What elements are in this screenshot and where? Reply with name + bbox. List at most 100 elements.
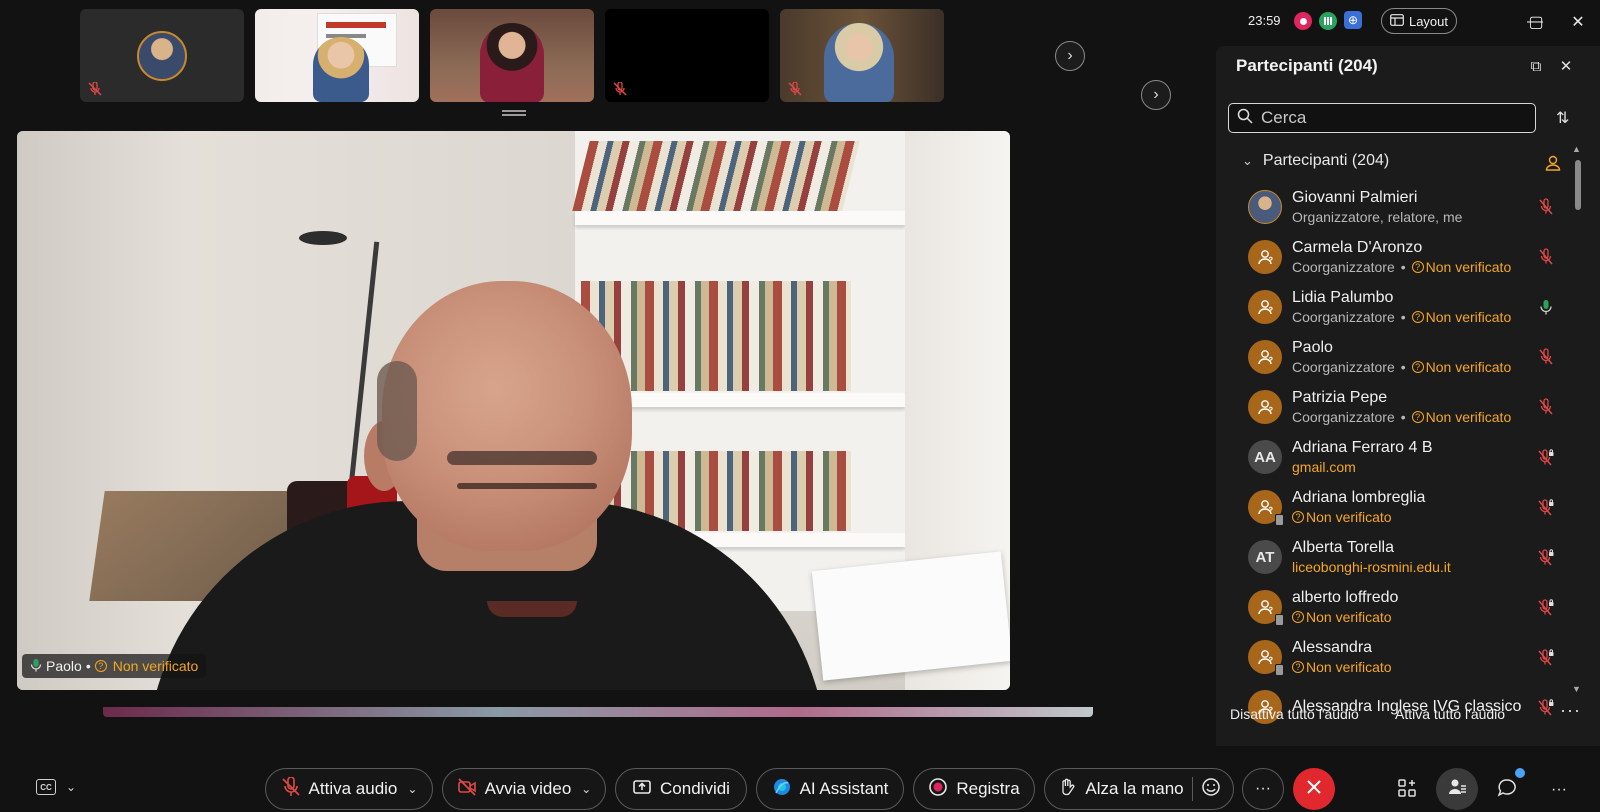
- raise-hand-icon: [1057, 777, 1077, 802]
- search-box[interactable]: [1228, 103, 1536, 133]
- mic-muted-locked-icon[interactable]: [1538, 498, 1554, 516]
- chevron-down-icon: ⌄: [581, 782, 592, 796]
- participant-name: alberto loffredo: [1292, 589, 1399, 606]
- share-button[interactable]: Condividi: [615, 768, 747, 810]
- participant-status: Non verificato: [1425, 259, 1512, 275]
- mic-active-icon[interactable]: [1538, 298, 1554, 316]
- video-thumbnail-3[interactable]: [430, 9, 594, 102]
- participant-row[interactable]: Carmela D'Aronzo Coorganizzatore •? Non ver…: [1216, 232, 1576, 282]
- recording-indicator-icon[interactable]: [1294, 12, 1312, 30]
- host-icon[interactable]: [1544, 154, 1562, 172]
- avatar: AA: [1248, 440, 1282, 474]
- participant-row[interactable]: AA Adriana Ferraro 4 B gmail.com: [1216, 432, 1576, 482]
- video-thumbnail-4[interactable]: [605, 9, 769, 102]
- video-thumbnail-1[interactable]: [80, 9, 244, 102]
- scroll-up-icon[interactable]: ▲: [1572, 144, 1581, 154]
- video-button[interactable]: Avvia video ⌄: [442, 768, 606, 810]
- participant-row[interactable]: Alessandra? Non verificato: [1216, 632, 1576, 682]
- mic-muted-locked-icon[interactable]: [1538, 448, 1554, 466]
- participants-panel: Partecipanti (204) ⧉ ✕ ⇅ ⌄ Partecipanti …: [1216, 46, 1600, 746]
- chat-button[interactable]: [1492, 775, 1522, 805]
- chat-notification-badge: [1515, 768, 1525, 778]
- question-circle-icon: ?: [1411, 311, 1424, 323]
- share-icon: [632, 777, 652, 802]
- participant-row[interactable]: Adriana lombreglia? Non verificato: [1216, 482, 1576, 532]
- video-thumbnail-2[interactable]: [255, 9, 419, 102]
- panel-more-icon[interactable]: ···: [1560, 700, 1581, 721]
- layout-icon: [1390, 13, 1404, 29]
- secondary-video-strip: [103, 707, 1093, 717]
- participant-row[interactable]: alberto loffredo ? Non verificato: [1216, 582, 1576, 632]
- end-call-button[interactable]: [1293, 768, 1335, 810]
- speaker-mouth: [487, 601, 577, 617]
- raise-hand-button[interactable]: Alza la mano: [1044, 768, 1234, 810]
- ai-assistant-button[interactable]: AI Assistant: [756, 768, 904, 810]
- mic-muted-locked-icon[interactable]: [1538, 648, 1554, 666]
- filmstrip-next-button[interactable]: ›: [1055, 41, 1085, 71]
- mic-muted-locked-icon[interactable]: [1538, 598, 1554, 616]
- guest-user-icon: [1258, 600, 1273, 615]
- main-video-stage[interactable]: [17, 131, 1010, 690]
- participant-subtitle: ? Non verificato: [1292, 609, 1398, 625]
- mic-active-icon: [30, 658, 42, 675]
- record-label: Registra: [956, 779, 1020, 798]
- question-circle-icon: ?: [1292, 611, 1304, 623]
- participant-subtitle: Coorganizzatore •? Non verificato: [1292, 409, 1511, 425]
- filmstrip-resize-handle[interactable]: [502, 110, 526, 116]
- record-icon: [928, 777, 948, 802]
- search-input[interactable]: [1261, 108, 1521, 128]
- speaker-name: Paolo: [46, 658, 82, 674]
- close-panel-button[interactable]: ✕: [1556, 56, 1576, 76]
- video-thumbnail-5[interactable]: [780, 9, 944, 102]
- participant-row[interactable]: Lidia Palumbo Coorganizzatore •? Non verifi…: [1216, 282, 1576, 332]
- sort-icon[interactable]: ⇅: [1556, 108, 1569, 128]
- popout-button[interactable]: ⧉: [1526, 56, 1546, 76]
- active-speaker-label: Paolo • ? Non verificato: [22, 654, 207, 678]
- participant-name: Alberta Torella: [1292, 539, 1394, 556]
- close-icon: [1306, 779, 1322, 800]
- papers: [811, 551, 1010, 681]
- mic-muted-icon[interactable]: [1538, 398, 1554, 416]
- participant-name: Giovanni Palmieri: [1292, 189, 1418, 206]
- participant-row[interactable]: Giovanni Palmieri Organizzatore, relatore…: [1216, 182, 1576, 232]
- restore-button[interactable]: ▢: [1524, 10, 1548, 34]
- reactions-icon[interactable]: [1201, 777, 1221, 802]
- apps-button[interactable]: [1392, 775, 1422, 805]
- shelf: [575, 211, 905, 225]
- guest-user-icon: [1258, 300, 1273, 315]
- participant-list[interactable]: Giovanni Palmieri Organizzatore, relatore…: [1216, 182, 1576, 727]
- closed-captions-icon: CC: [36, 779, 56, 795]
- more-icon: ···: [1551, 781, 1567, 798]
- mic-muted-icon[interactable]: [1538, 248, 1554, 266]
- participant-row[interactable]: Paolo Coorganizzatore •? Non verificato: [1216, 332, 1576, 382]
- stage-next-button[interactable]: ›: [1141, 80, 1171, 110]
- group-label: Partecipanti (204): [1262, 152, 1390, 169]
- participants-group-toggle[interactable]: ⌄ Partecipanti (204): [1242, 152, 1389, 170]
- mic-muted-icon[interactable]: [1538, 348, 1554, 366]
- participant-name: Adriana lombreglia: [1292, 489, 1426, 506]
- unmute-all-button[interactable]: Attiva tutto l'audio: [1395, 706, 1505, 722]
- raise-hand-label: Alza la mano: [1085, 779, 1184, 798]
- participant-subtitle: Coorganizzatore •? Non verificato: [1292, 259, 1511, 275]
- participant-role: Coorganizzatore: [1292, 359, 1395, 375]
- audio-button[interactable]: Attiva audio ⌄: [265, 768, 433, 810]
- mic-muted-icon[interactable]: [1538, 198, 1554, 216]
- layout-button[interactable]: Layout: [1381, 8, 1457, 34]
- network-stats-icon[interactable]: [1319, 12, 1337, 30]
- mic-muted-locked-icon[interactable]: [1538, 548, 1554, 566]
- participant-row[interactable]: Patrizia Pepe Coorganizzatore •? Non verifi…: [1216, 382, 1576, 432]
- close-window-button[interactable]: ✕: [1566, 10, 1590, 34]
- more-options-button[interactable]: ···: [1242, 768, 1284, 810]
- captions-button[interactable]: CC ⌄: [36, 779, 76, 795]
- mic-muted-locked-icon[interactable]: [1538, 698, 1554, 716]
- guest-user-icon: [1258, 500, 1273, 515]
- record-button[interactable]: Registra: [913, 768, 1035, 810]
- meeting-info-icon[interactable]: ⊕: [1344, 11, 1362, 29]
- more-menu-button[interactable]: ···: [1544, 775, 1574, 805]
- participant-row[interactable]: AT Alberta Torella liceobonghi-rosmini.edu…: [1216, 532, 1576, 582]
- scrollbar-thumb[interactable]: [1575, 160, 1581, 210]
- avatar-initials: AT: [1255, 548, 1275, 566]
- mute-all-button[interactable]: Disattiva tutto l'audio: [1230, 706, 1359, 722]
- participants-button[interactable]: [1436, 768, 1478, 810]
- scroll-down-icon[interactable]: ▼: [1572, 684, 1581, 694]
